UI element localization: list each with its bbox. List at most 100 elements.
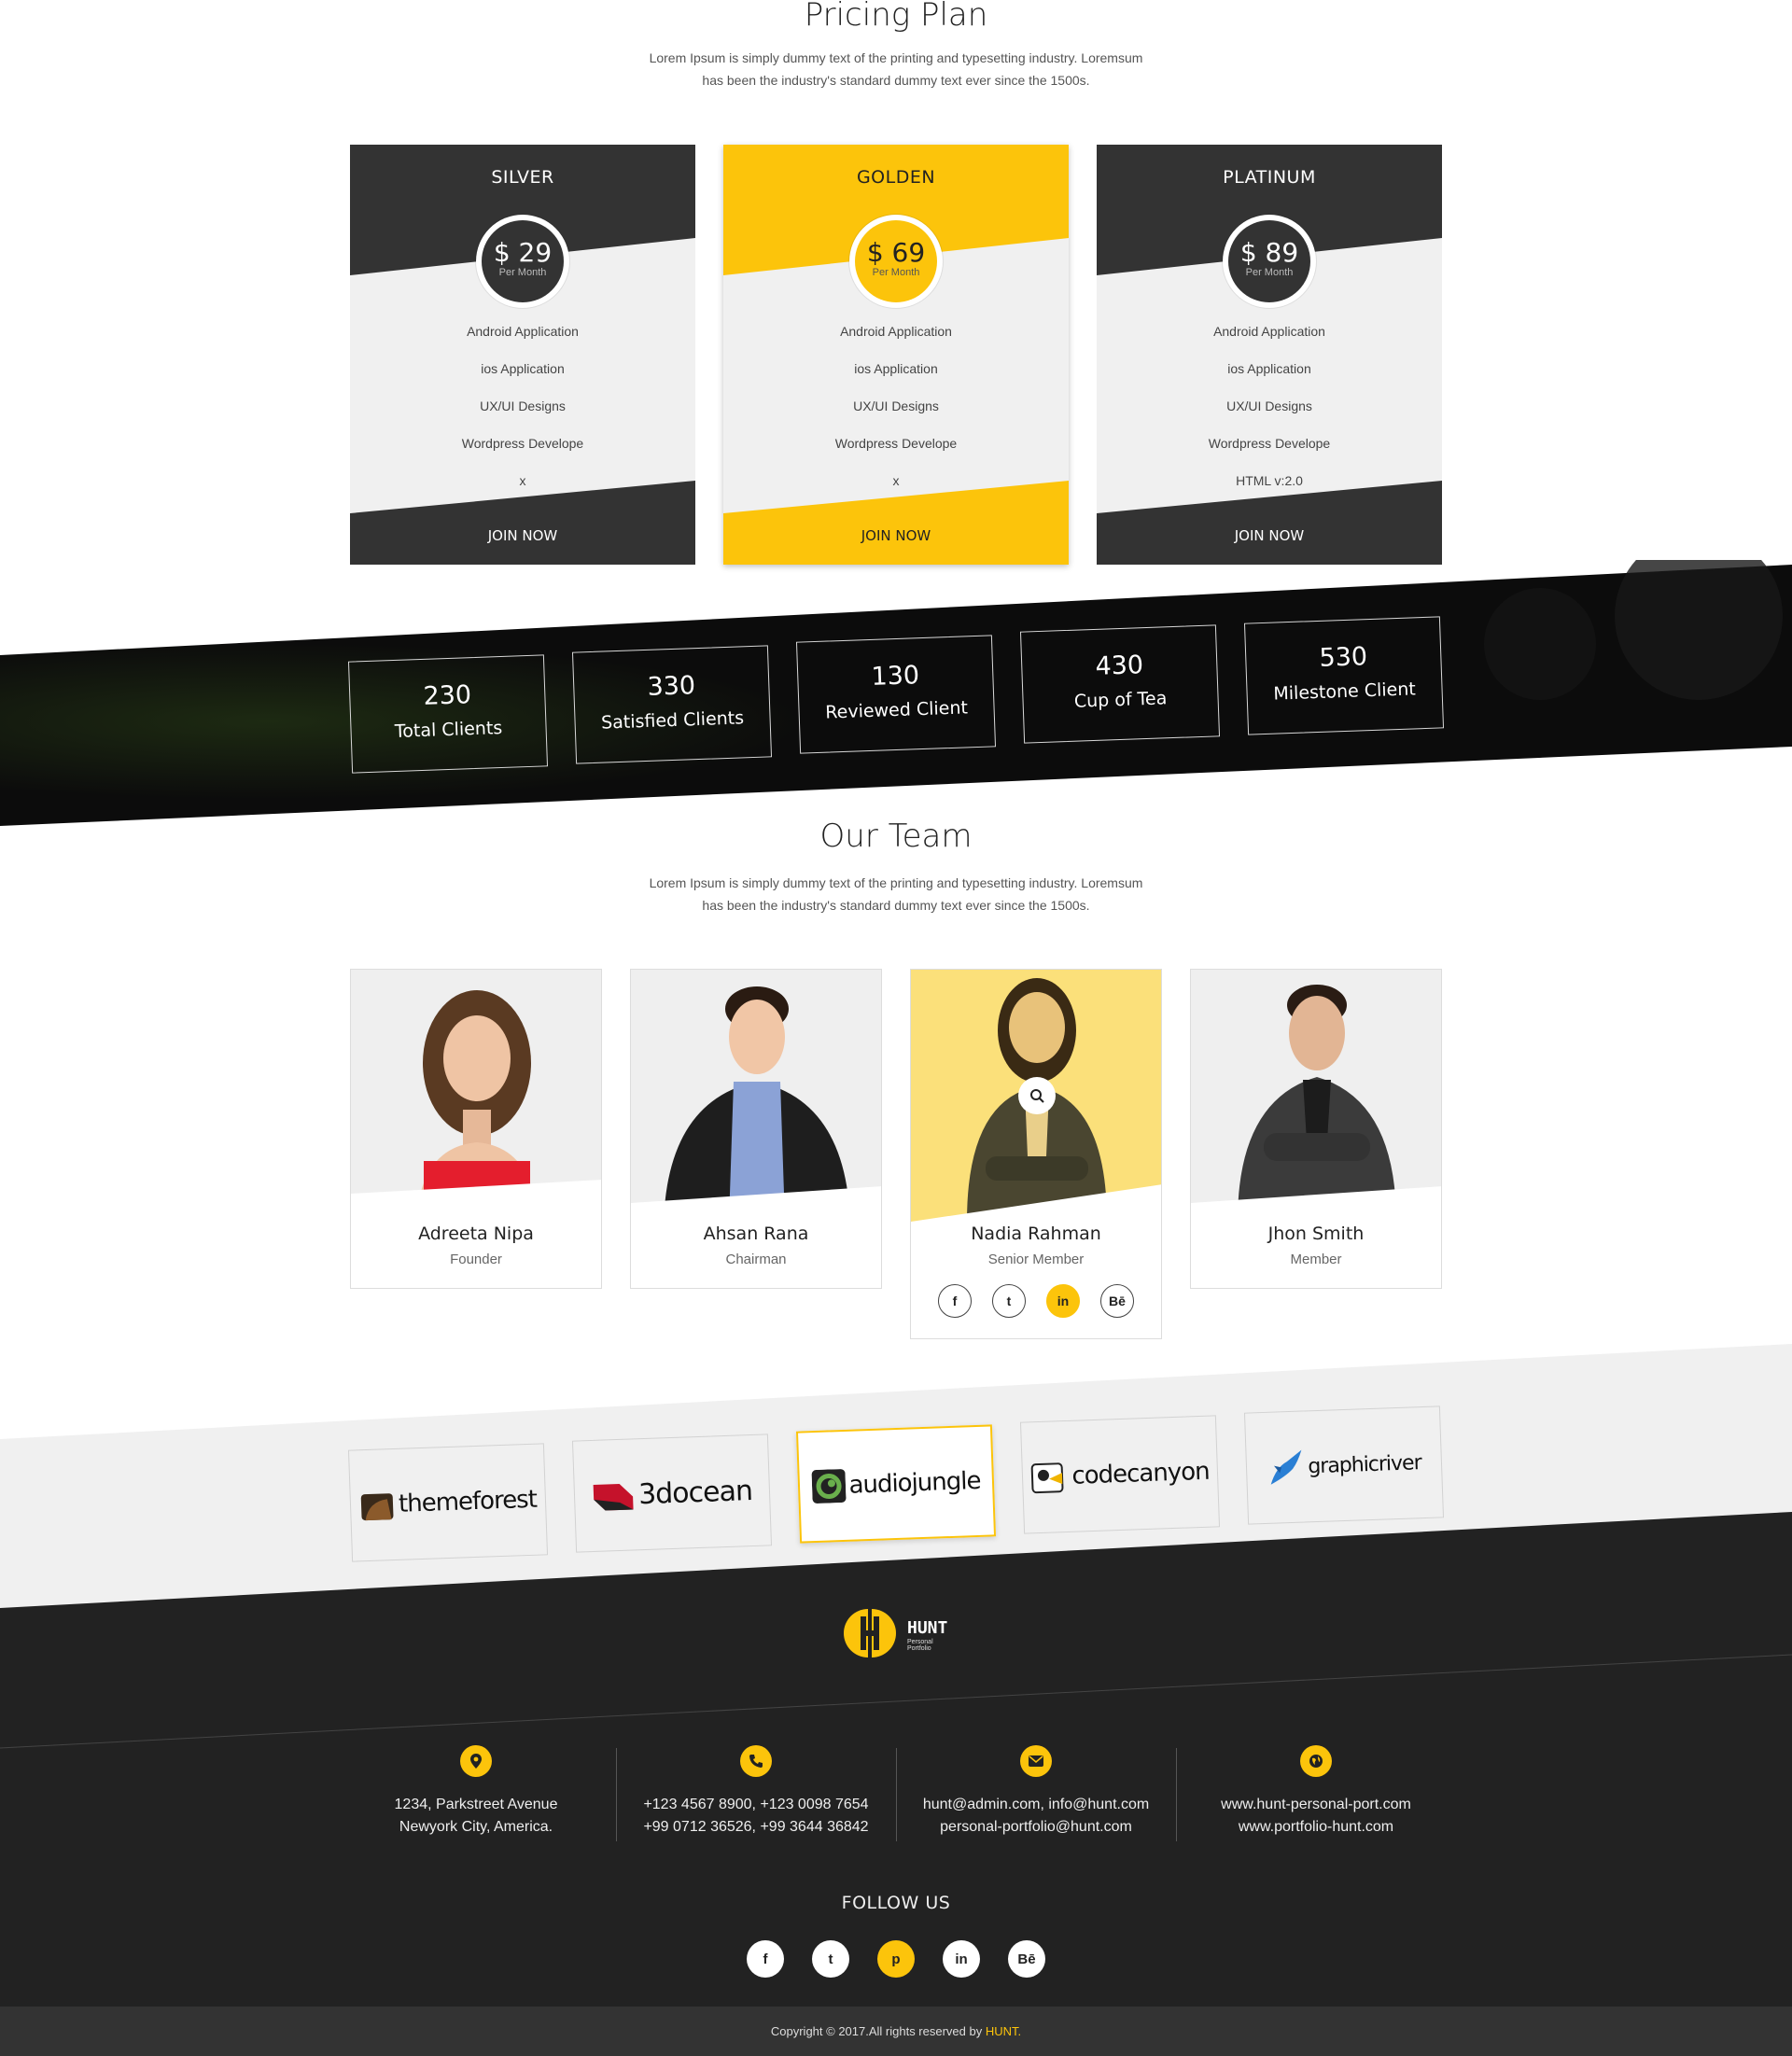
counter-milestone-client: 530 Milestone Client (1243, 616, 1445, 735)
contact-line: +123 4567 8900, +123 0098 7654 (643, 1797, 869, 1812)
contact-line: www.portfolio-hunt.com (1238, 1819, 1394, 1835)
copyright-bar: Copyright © 2017.All rights reserved by … (0, 2007, 1792, 2056)
price-badge: $ 29 Per Month (476, 215, 569, 308)
codecanyon-icon (1031, 1462, 1064, 1494)
contact-line: www.hunt-personal-port.com (1221, 1797, 1411, 1812)
counter-value: 530 (1319, 642, 1368, 673)
feature-item: Wordpress Develope (834, 436, 958, 451)
feature-item: UX/UI Designs (1226, 399, 1312, 413)
audiojungle-icon (811, 1469, 847, 1504)
feature-item: UX/UI Designs (853, 399, 939, 413)
envelope-icon (1020, 1745, 1052, 1777)
member-name: Jhon Smith (1267, 1224, 1365, 1244)
feature-item: Wordpress Develope (461, 436, 584, 451)
globe-icon (1300, 1745, 1332, 1777)
member-photo (911, 970, 1161, 1222)
contact-line: Newyork City, America. (399, 1819, 553, 1835)
member-role: Chairman (725, 1252, 787, 1267)
feature-item: ios Application (481, 361, 565, 376)
phone-icon (740, 1745, 772, 1777)
behance-icon[interactable]: Bē (1100, 1284, 1134, 1318)
price-amount: $ 69 (866, 237, 926, 268)
pricing-card-golden: GOLDEN $ 69 Per Month Android Applicatio… (723, 145, 1069, 565)
feature-item: x (892, 473, 900, 488)
pinterest-icon[interactable]: p (877, 1940, 915, 1978)
pricing-card-silver: SILVER $ 29 Per Month Android Applicatio… (350, 145, 695, 565)
twitter-icon[interactable]: t (812, 1940, 849, 1978)
feature-list: Android Application ios Application UX/U… (723, 313, 1069, 499)
feature-item: HTML v:2.0 (1236, 473, 1303, 488)
plan-name: PLATINUM (1223, 167, 1316, 188)
3docean-icon (593, 1483, 634, 1511)
feature-item: UX/UI Designs (480, 399, 566, 413)
brand-name: codecanyon (1071, 1457, 1211, 1490)
feature-item: Wordpress Develope (1208, 436, 1331, 451)
counter-satisfied-clients: 330 Satisfied Clients (571, 645, 773, 764)
team-member-card[interactable]: Ahsan Rana Chairman (630, 969, 882, 1289)
member-name: Ahsan Rana (703, 1224, 809, 1244)
counter-value: 230 (423, 680, 472, 711)
linkedin-icon[interactable]: in (943, 1940, 980, 1978)
join-now-button[interactable]: JOIN NOW (350, 527, 695, 544)
location-pin-icon (460, 1745, 492, 1777)
person-silhouette (631, 986, 881, 1222)
price-period: Per Month (498, 267, 547, 278)
member-role: Member (1290, 1252, 1342, 1267)
contact-line: +99 0712 36526, +99 3644 36842 (643, 1819, 869, 1835)
team-member-card[interactable]: Adreeta Nipa Founder (350, 969, 602, 1289)
counter-label: Milestone Client (1273, 678, 1417, 705)
counter-label: Reviewed Client (824, 697, 969, 723)
person-silhouette (1191, 985, 1441, 1222)
brand-logo-graphicriver[interactable]: graphicriver (1243, 1406, 1445, 1525)
brand-name: 3docean (637, 1474, 753, 1511)
counter-value: 130 (871, 661, 920, 692)
price-amount: $ 29 (493, 237, 553, 268)
counter-cup-of-tea: 430 Cup of Tea (1019, 624, 1221, 744)
team-member-card-active[interactable]: Nadia Rahman Senior Member f t in Bē (910, 969, 1162, 1339)
facebook-icon[interactable]: f (938, 1284, 972, 1318)
price-amount: $ 89 (1239, 237, 1299, 268)
hunt-logo[interactable]: HUNT Personal Portfolio (840, 1607, 952, 1659)
counter-label: Total Clients (394, 717, 503, 742)
team-member-card[interactable]: Jhon Smith Member (1190, 969, 1442, 1289)
counter-value: 430 (1095, 650, 1144, 681)
feature-item: x (519, 473, 526, 488)
member-photo (351, 970, 601, 1222)
facebook-icon[interactable]: f (747, 1940, 784, 1978)
join-now-button[interactable]: JOIN NOW (723, 527, 1069, 544)
brand-name: audiojungle (848, 1466, 981, 1500)
follow-us-title: FOLLOW US (841, 1893, 951, 1913)
zoom-icon[interactable] (1018, 1077, 1056, 1114)
feature-item: Android Application (467, 324, 579, 339)
price-period: Per Month (1245, 267, 1294, 278)
feature-item: Android Application (840, 324, 952, 339)
pricing-description: Lorem Ipsum is simply dummy text of the … (649, 50, 1143, 88)
feature-item: ios Application (1227, 361, 1311, 376)
counter-label: Satisfied Clients (600, 707, 745, 734)
twitter-icon[interactable]: t (992, 1284, 1026, 1318)
contact-line: hunt@admin.com, info@hunt.com (922, 1797, 1150, 1812)
contact-website: www.hunt-personal-port.com www.portfolio… (1176, 1745, 1456, 1839)
join-now-button[interactable]: JOIN NOW (1097, 527, 1442, 544)
price-period: Per Month (872, 267, 920, 278)
member-role: Founder (450, 1252, 502, 1267)
contact-email: hunt@admin.com, info@hunt.com personal-p… (896, 1745, 1176, 1839)
member-name: Adreeta Nipa (418, 1224, 534, 1244)
team-title: Our Team (819, 818, 973, 855)
contact-line: personal-portfolio@hunt.com (940, 1819, 1132, 1835)
member-photo (1191, 970, 1441, 1222)
price-badge: $ 69 Per Month (849, 215, 943, 308)
counter-total-clients: 230 Total Clients (347, 654, 549, 774)
logo-text: HUNT (907, 1618, 948, 1638)
price-badge: $ 89 Per Month (1223, 215, 1316, 308)
feature-item: ios Application (854, 361, 938, 376)
linkedin-icon[interactable]: in (1046, 1284, 1080, 1318)
graphicriver-icon (1270, 1449, 1302, 1485)
counter-label: Cup of Tea (1073, 688, 1168, 712)
logo-subtext: Personal Portfolio (907, 1639, 933, 1652)
feature-list: Android Application ios Application UX/U… (350, 313, 695, 499)
pricing-title: Pricing Plan (804, 0, 988, 34)
behance-icon[interactable]: Bē (1008, 1940, 1045, 1978)
copyright-brand-link[interactable]: HUNT. (986, 2024, 1021, 2038)
member-name: Nadia Rahman (971, 1224, 1101, 1244)
